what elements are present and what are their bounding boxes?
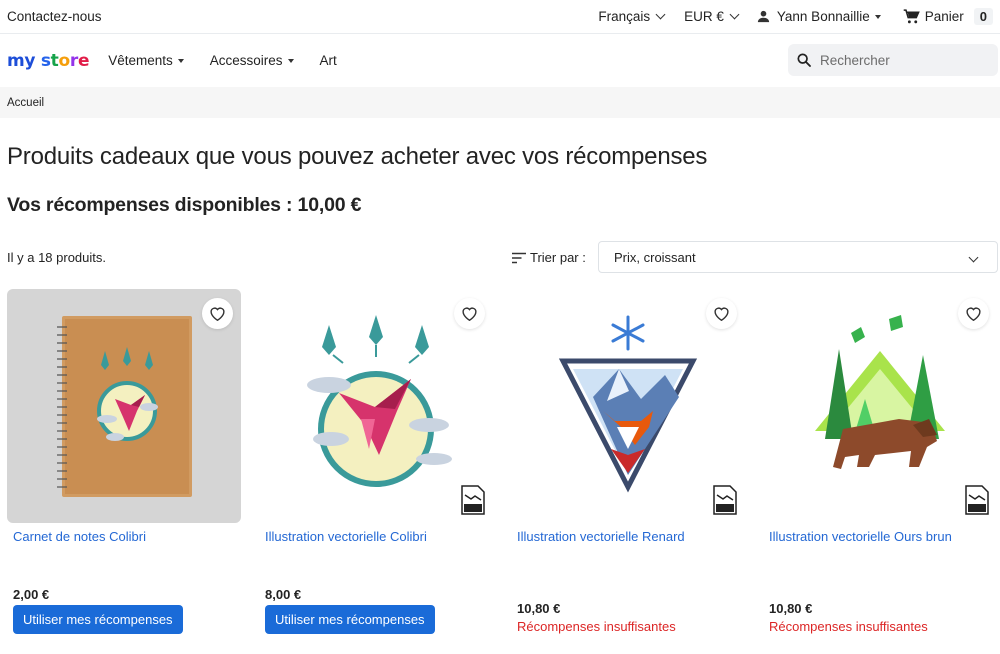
product-price: 8,00 €: [265, 587, 302, 602]
sort-icon: [512, 252, 526, 263]
top-bar: Contactez-nous Français EUR € Yann Bonna…: [0, 0, 1000, 34]
breadcrumb-home[interactable]: Accueil: [7, 97, 44, 109]
search-box: [788, 44, 998, 76]
product-name[interactable]: Illustration vectorielle Renard: [517, 529, 685, 544]
cart-count-badge: 0: [973, 8, 993, 25]
insufficient-rewards-message: Récompenses insuffisantes: [517, 619, 676, 634]
currency-selector[interactable]: EUR €: [684, 9, 740, 24]
page-title: Produits cadeaux que vous pouvez acheter…: [7, 143, 708, 170]
heart-icon: [966, 307, 981, 321]
nav-item-art[interactable]: Art: [320, 53, 337, 68]
caret-down-icon: [287, 58, 294, 63]
product-name[interactable]: Illustration vectorielle Colibri: [265, 529, 427, 544]
chevron-down-icon: [729, 9, 740, 20]
product-price: 2,00 €: [13, 587, 50, 602]
contact-link[interactable]: Contactez-nous: [7, 9, 598, 24]
product-image-fox[interactable]: [511, 289, 745, 523]
product-name[interactable]: Illustration vectorielle Ours brun: [769, 529, 952, 544]
language-selector[interactable]: Français: [598, 9, 666, 24]
product-image-notebook[interactable]: [7, 289, 241, 523]
product-card[interactable]: Illustration vectorielle Ours brun 10,80…: [763, 289, 997, 634]
use-rewards-button[interactable]: Utiliser mes récompenses: [265, 605, 435, 634]
product-count: Il y a 18 produits.: [7, 250, 106, 265]
search-icon[interactable]: [796, 52, 812, 68]
user-icon: [757, 10, 770, 23]
wishlist-button[interactable]: [706, 298, 737, 329]
product-card[interactable]: Carnet de notes Colibri 2,00 € Utiliser …: [7, 289, 241, 634]
currency-label: EUR €: [684, 9, 724, 24]
product-card[interactable]: Illustration vectorielle Colibri 8,00 € …: [259, 289, 493, 634]
breadcrumb: Accueil: [0, 87, 1000, 118]
store-logo[interactable]: my store: [7, 51, 90, 71]
chevron-down-icon: [655, 9, 666, 20]
sort-label: Trier par :: [512, 250, 586, 265]
sort-dropdown[interactable]: Prix, croissant: [598, 241, 998, 273]
svg-file-icon: [965, 485, 989, 515]
language-label: Français: [598, 9, 651, 24]
product-image-bear[interactable]: [763, 289, 997, 523]
nav-item-vetements[interactable]: Vêtements: [108, 53, 184, 68]
heart-icon: [462, 307, 477, 321]
main-header: my store Vêtements Accessoires Art: [0, 34, 1000, 87]
insufficient-rewards-message: Récompenses insuffisantes: [769, 619, 928, 634]
search-input[interactable]: [820, 52, 980, 68]
product-image-hummingbird[interactable]: [259, 289, 493, 523]
svg-file-icon: [713, 485, 737, 515]
caret-down-icon: [874, 14, 881, 19]
svg-file-icon: [461, 485, 485, 515]
wishlist-button[interactable]: [454, 298, 485, 329]
sort-selected-value: Prix, croissant: [614, 249, 696, 265]
cart-label: Panier: [924, 9, 964, 24]
wishlist-button[interactable]: [958, 298, 989, 329]
product-price: 10,80 €: [769, 601, 813, 616]
cart-link[interactable]: Panier 0: [903, 8, 993, 25]
product-name[interactable]: Carnet de notes Colibri: [13, 529, 146, 544]
rewards-balance: Vos récompenses disponibles : 10,00 €: [7, 194, 362, 216]
cart-icon: [903, 9, 920, 24]
product-card[interactable]: Illustration vectorielle Renard 10,80 € …: [511, 289, 745, 634]
nav-item-accessoires[interactable]: Accessoires: [210, 53, 294, 68]
heart-icon: [714, 307, 729, 321]
use-rewards-button[interactable]: Utiliser mes récompenses: [13, 605, 183, 634]
product-price: 10,80 €: [517, 601, 561, 616]
user-name: Yann Bonnaillie: [776, 9, 870, 24]
user-menu[interactable]: Yann Bonnaillie: [756, 9, 881, 24]
chevron-down-icon: [968, 252, 979, 263]
caret-down-icon: [177, 58, 184, 63]
heart-icon: [210, 307, 225, 321]
wishlist-button[interactable]: [202, 298, 233, 329]
